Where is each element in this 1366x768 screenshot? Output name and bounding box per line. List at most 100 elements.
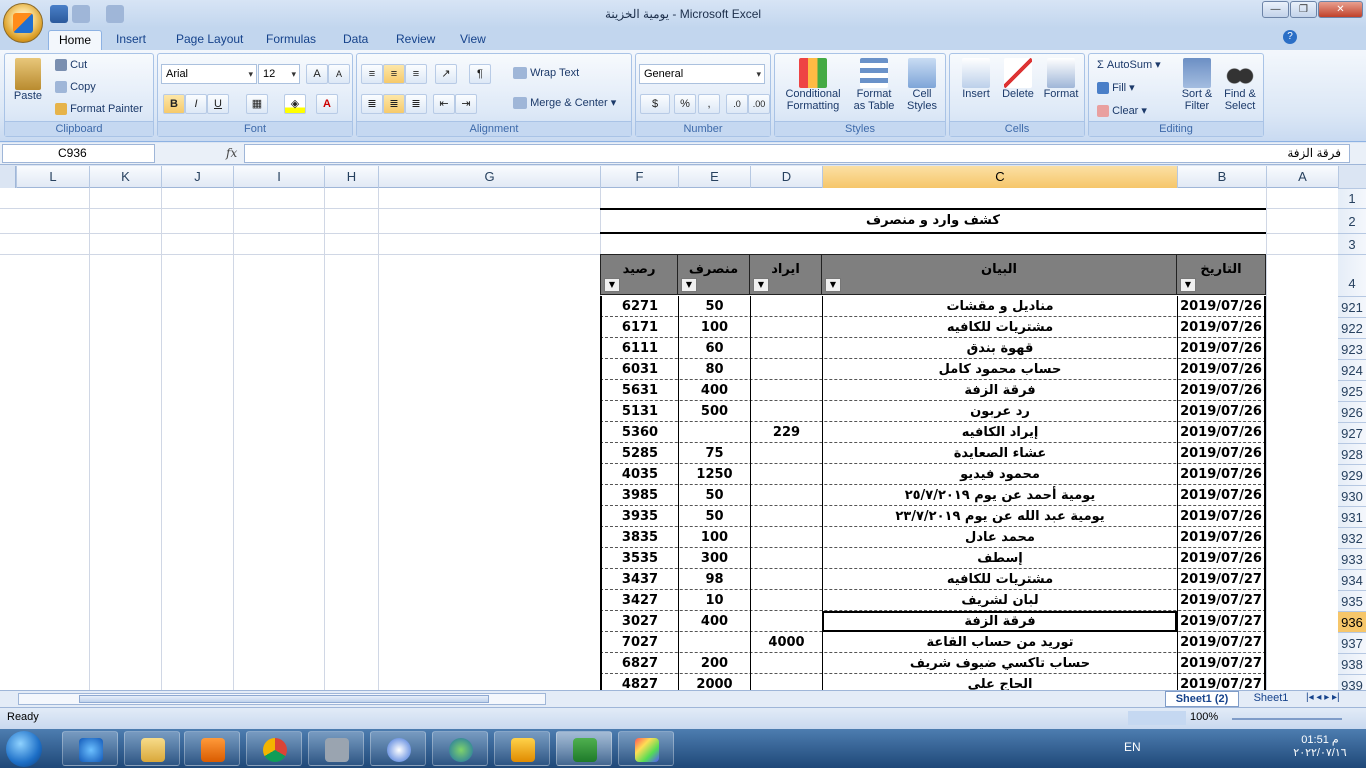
row-header[interactable]: 938: [1338, 653, 1366, 674]
conditional-formatting-button[interactable]: Conditional Formatting: [781, 58, 845, 112]
cell-description[interactable]: توريد من حساب القاعة: [822, 632, 1177, 653]
header-expense[interactable]: منصرف ▼: [677, 254, 750, 295]
autosum-button[interactable]: Σ AutoSum ▾: [1097, 58, 1161, 71]
column-header-j[interactable]: J: [161, 166, 233, 188]
row-header[interactable]: 2: [1338, 208, 1366, 233]
tab-formulas[interactable]: Formulas: [256, 30, 326, 50]
cell-description[interactable]: إيراد الكافيه: [822, 422, 1177, 443]
sheet-title[interactable]: كشف وارد و منصرف: [600, 210, 1266, 232]
start-orb-icon[interactable]: [6, 731, 42, 767]
cell-expense[interactable]: [678, 422, 750, 443]
cell-income[interactable]: [750, 506, 822, 527]
column-header-i[interactable]: I: [233, 166, 324, 188]
cell-income[interactable]: [750, 338, 822, 359]
cell-income[interactable]: [750, 653, 822, 674]
cell-income[interactable]: [750, 527, 822, 548]
zoom-level[interactable]: 100%: [1190, 711, 1218, 723]
cell-balance[interactable]: 6171: [600, 317, 678, 338]
close-icon[interactable]: ✕: [1318, 1, 1363, 18]
app-taskbar-button[interactable]: [494, 731, 550, 766]
header-income[interactable]: ايراد ▼: [749, 254, 822, 295]
cell-expense[interactable]: 400: [678, 611, 750, 632]
row-header[interactable]: 4: [1338, 254, 1366, 295]
row-header[interactable]: 931: [1338, 506, 1366, 527]
fill-button[interactable]: Fill ▾: [1097, 81, 1135, 95]
sheet-tab-active[interactable]: Sheet1 (2): [1165, 691, 1239, 707]
header-description[interactable]: البيان ▼: [821, 254, 1177, 295]
clear-button[interactable]: Clear ▾: [1097, 104, 1147, 118]
cell-expense[interactable]: 100: [678, 317, 750, 338]
fx-icon[interactable]: fx: [226, 146, 237, 160]
cell-date[interactable]: 2019/07/26: [1177, 548, 1266, 569]
row-header[interactable]: 934: [1338, 569, 1366, 590]
delete-cells-button[interactable]: Delete: [998, 58, 1038, 100]
cell-income[interactable]: [750, 611, 822, 632]
cell-balance[interactable]: 7027: [600, 632, 678, 653]
filter-dropdown-icon[interactable]: ▼: [604, 278, 620, 292]
name-box[interactable]: C936: [2, 144, 155, 163]
row-header[interactable]: 929: [1338, 464, 1366, 485]
cell-balance[interactable]: 3835: [600, 527, 678, 548]
clock[interactable]: 01:51 م ٢٠٢٢/٠٧/١٦: [1290, 733, 1350, 759]
restore-icon[interactable]: ❐: [1290, 1, 1317, 18]
find-select-button[interactable]: Find & Select: [1219, 58, 1261, 112]
cell-expense[interactable]: 60: [678, 338, 750, 359]
cell-income[interactable]: [750, 464, 822, 485]
decrease-decimal-button[interactable]: .00: [748, 94, 770, 114]
cell-income[interactable]: [750, 317, 822, 338]
column-header-g[interactable]: G: [378, 166, 600, 188]
cell-description[interactable]: حساب محمود كامل: [822, 359, 1177, 380]
insert-cells-button[interactable]: Insert: [956, 58, 996, 100]
cell-description[interactable]: محمد عادل: [822, 527, 1177, 548]
decrease-indent-button[interactable]: ⇤: [433, 94, 455, 114]
minimize-icon[interactable]: —: [1262, 1, 1289, 18]
cell-expense[interactable]: 50: [678, 506, 750, 527]
worksheet-grid[interactable]: كشف وارد و منصرف رصيد ▼ منصرف ▼ ايراد ▼ الب…: [0, 188, 1338, 690]
cell-date[interactable]: 2019/07/26: [1177, 527, 1266, 548]
cell-income[interactable]: [750, 443, 822, 464]
cell-description[interactable]: قهوة بندق: [822, 338, 1177, 359]
rtl-button[interactable]: ¶: [469, 64, 491, 84]
row-header[interactable]: 928: [1338, 443, 1366, 464]
cell-income[interactable]: [750, 380, 822, 401]
cell-styles-button[interactable]: Cell Styles: [901, 58, 943, 112]
row-header[interactable]: 936: [1338, 611, 1366, 632]
cell-income[interactable]: [750, 485, 822, 506]
row-header[interactable]: 921: [1338, 296, 1366, 317]
cell-balance[interactable]: 5631: [600, 380, 678, 401]
align-center-button[interactable]: ≣: [383, 94, 405, 114]
orientation-button[interactable]: ↗: [435, 64, 457, 84]
column-header-c[interactable]: C: [822, 166, 1177, 188]
column-header-b[interactable]: B: [1177, 166, 1266, 188]
row-header[interactable]: 926: [1338, 401, 1366, 422]
cell-description[interactable]: يومية عبد الله عن يوم ٢٣/٧/٢٠١٩: [822, 506, 1177, 527]
row-header[interactable]: 933: [1338, 548, 1366, 569]
cell-balance[interactable]: 5285: [600, 443, 678, 464]
cell-expense[interactable]: 300: [678, 548, 750, 569]
filter-dropdown-icon[interactable]: ▼: [753, 278, 769, 292]
column-header-k[interactable]: K: [89, 166, 161, 188]
chrome-taskbar-button[interactable]: [246, 731, 302, 766]
cell-income[interactable]: [750, 569, 822, 590]
cell-income[interactable]: 229: [750, 422, 822, 443]
cell-expense[interactable]: 10: [678, 590, 750, 611]
format-as-table-button[interactable]: Format as Table: [849, 58, 899, 112]
align-left-button[interactable]: ≣: [361, 94, 383, 114]
zoom-slider[interactable]: [1232, 718, 1342, 720]
cell-balance[interactable]: 4827: [600, 674, 678, 690]
paste-button[interactable]: Paste: [11, 58, 45, 102]
select-all-corner[interactable]: [1338, 166, 1366, 188]
cell-balance[interactable]: 6031: [600, 359, 678, 380]
cell-date[interactable]: 2019/07/27: [1177, 632, 1266, 653]
filter-dropdown-icon[interactable]: ▼: [1180, 278, 1196, 292]
sheet-nav-icon[interactable]: |◂ ◂ ▸ ▸|: [1306, 692, 1340, 703]
cell-date[interactable]: 2019/07/26: [1177, 359, 1266, 380]
cell-income[interactable]: 4000: [750, 632, 822, 653]
cell-balance[interactable]: 3027: [600, 611, 678, 632]
merge-center-button[interactable]: Merge & Center ▾: [513, 96, 616, 110]
header-balance[interactable]: رصيد ▼: [600, 254, 678, 295]
cut-button[interactable]: Cut: [55, 59, 87, 72]
currency-button[interactable]: $: [640, 94, 670, 114]
borders-button[interactable]: ▦: [246, 94, 268, 114]
cell-date[interactable]: 2019/07/26: [1177, 485, 1266, 506]
